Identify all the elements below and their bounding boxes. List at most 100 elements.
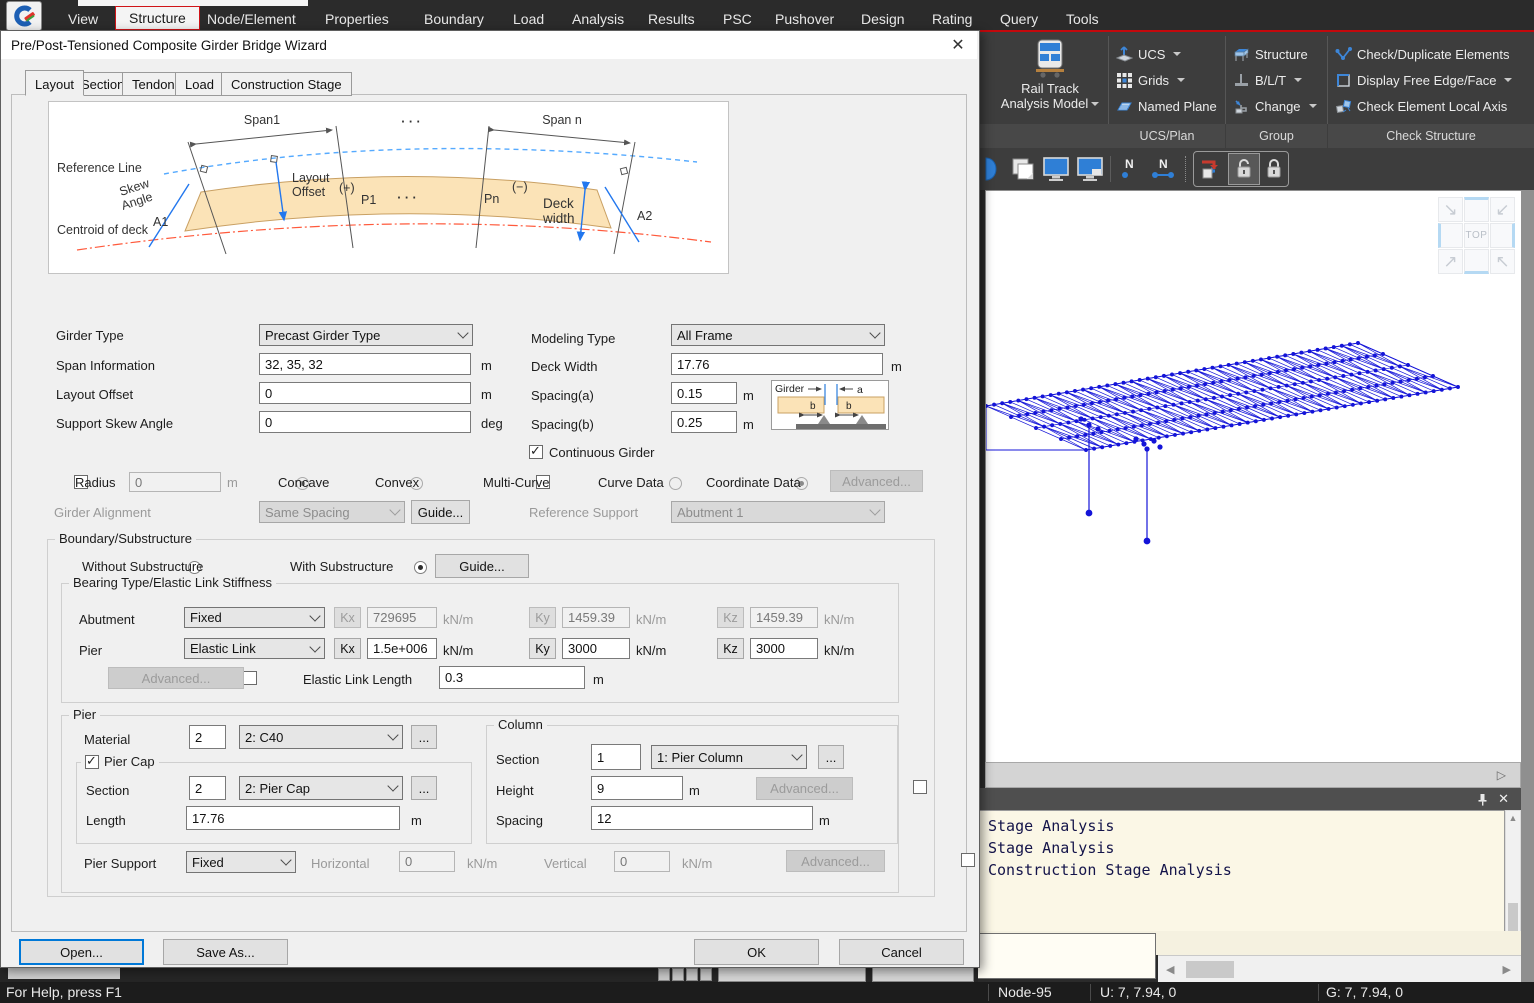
pier-cap-section-number-input[interactable] — [189, 776, 226, 800]
close-panel-icon[interactable]: ✕ — [1498, 789, 1509, 809]
with-substructure-radio[interactable] — [414, 561, 427, 574]
pier-cap-length-input[interactable] — [186, 806, 400, 830]
app-logo-icon[interactable] — [6, 1, 42, 31]
column-spacing-input[interactable] — [591, 806, 813, 830]
support-skew-angle-input[interactable] — [259, 411, 471, 433]
mini-button[interactable] — [686, 968, 698, 981]
save-as-button[interactable]: Save As... — [163, 939, 288, 965]
collapsed-panel[interactable] — [8, 968, 120, 979]
radius-input[interactable] — [129, 472, 221, 492]
cancel-button[interactable]: Cancel — [839, 939, 964, 965]
copy-layers-icon[interactable] — [1010, 156, 1036, 182]
render-view-icon[interactable] — [982, 156, 1004, 182]
dialog-title-bar[interactable]: Pre/Post-Tensioned Composite Girder Brid… — [1, 31, 977, 59]
scroll-up-icon[interactable]: ▲ — [1506, 811, 1520, 823]
pier-kz-chip[interactable]: Kz — [717, 638, 744, 659]
view-cube-corner-icon[interactable]: ↗ — [1438, 249, 1463, 274]
menu-boundary[interactable]: Boundary — [424, 8, 484, 30]
pier-support-advanced-button[interactable]: Advanced... — [786, 850, 885, 872]
pier-support-select[interactable]: Fixed — [186, 851, 296, 873]
tab-load[interactable]: Load — [175, 72, 224, 96]
message-window-header[interactable]: ✕ — [978, 788, 1521, 810]
abutment-type-select[interactable]: Fixed — [184, 607, 325, 628]
column-section-select[interactable]: 1: Pier Column — [651, 745, 807, 769]
modeling-type-select[interactable]: All Frame — [671, 324, 885, 346]
lock-icon[interactable] — [1264, 158, 1284, 180]
view-cube-corner-icon[interactable]: ↘ — [1438, 197, 1463, 222]
model-viewport[interactable]: ↘ ↙ TOP ↗ ↖ — [985, 190, 1522, 763]
menu-rating[interactable]: Rating — [932, 8, 972, 30]
command-input[interactable] — [976, 933, 1156, 979]
node-element-number-icon[interactable]: N — [1149, 156, 1179, 182]
girder-type-select[interactable]: Precast Girder Type — [259, 324, 473, 346]
display-settings-monitor-icon[interactable] — [1076, 156, 1104, 182]
abutment-kx-input[interactable] — [367, 607, 437, 628]
curve-advanced-button[interactable]: Advanced... — [830, 470, 923, 492]
unlock-button[interactable] — [1228, 153, 1260, 185]
expand-right-icon[interactable]: ▷ — [1497, 768, 1506, 782]
menu-tools[interactable]: Tools — [1066, 8, 1099, 30]
named-plane-button[interactable]: Named Plane — [1116, 96, 1217, 116]
menu-structure[interactable]: Structure — [115, 6, 200, 30]
menu-pushover[interactable]: Pushover — [775, 8, 834, 30]
scroll-right-icon[interactable]: ▶ — [1503, 963, 1511, 976]
ok-button[interactable]: OK — [694, 939, 819, 965]
pier-material-select[interactable]: 2: C40 — [239, 725, 403, 749]
view-cube-right-edge[interactable] — [1490, 223, 1515, 248]
tab-layout[interactable]: Layout — [25, 70, 84, 96]
column-height-advanced-checkbox[interactable] — [913, 780, 927, 794]
continuous-girder-checkbox[interactable] — [529, 445, 543, 459]
menu-design[interactable]: Design — [861, 8, 905, 30]
dialog-close-icon[interactable]: ✕ — [947, 36, 969, 56]
mini-dropdown[interactable] — [718, 967, 866, 982]
pier-type-select[interactable]: Elastic Link — [184, 638, 325, 659]
girder-alignment-select[interactable]: Same Spacing — [259, 501, 405, 523]
view-cube-left-edge[interactable] — [1438, 223, 1463, 248]
horizontal-scrollbar[interactable]: ◀ ▶ — [1158, 955, 1521, 983]
display-free-edge-button[interactable]: Display Free Edge/Face — [1335, 70, 1512, 90]
rail-track-analysis-model-button[interactable]: Rail Track Analysis Model — [996, 38, 1104, 110]
scroll-left-icon[interactable]: ◀ — [1166, 963, 1174, 976]
column-height-advanced-button[interactable]: Advanced... — [756, 777, 853, 800]
view-cube-bottom-edge[interactable] — [1464, 249, 1489, 274]
pier-ky-input[interactable] — [562, 638, 630, 659]
abutment-kz-input[interactable] — [750, 607, 818, 628]
pier-ky-chip[interactable]: Ky — [529, 638, 556, 659]
pier-cap-section-select[interactable]: 2: Pier Cap — [239, 776, 403, 800]
blt-button[interactable]: B/L/T — [1233, 70, 1302, 90]
view-cube-top-face[interactable]: TOP — [1464, 223, 1489, 248]
pier-kz-input[interactable] — [750, 638, 818, 659]
spacing-b-input[interactable] — [671, 411, 737, 433]
display-monitor-icon[interactable] — [1042, 156, 1070, 182]
mini-button[interactable] — [700, 968, 712, 981]
alignment-guide-button[interactable]: Guide... — [411, 500, 470, 524]
open-button[interactable]: Open... — [19, 939, 144, 965]
pin-icon[interactable] — [1477, 793, 1488, 806]
pier-cap-section-more-button[interactable]: ... — [411, 776, 437, 800]
grids-button[interactable]: Grids — [1116, 70, 1185, 90]
column-height-input[interactable] — [591, 776, 683, 800]
pier-kx-chip[interactable]: Kx — [334, 638, 361, 659]
pier-support-horizontal-input[interactable] — [399, 851, 455, 872]
node-number-icon[interactable]: N — [1117, 156, 1143, 182]
menu-view[interactable]: View — [68, 8, 98, 30]
view-cube-corner-icon[interactable]: ↙ — [1490, 197, 1515, 222]
change-button[interactable]: Change — [1233, 96, 1317, 116]
elastic-link-length-input[interactable] — [439, 666, 585, 689]
column-section-more-button[interactable]: ... — [818, 745, 844, 769]
substructure-guide-button[interactable]: Guide... — [435, 554, 529, 578]
menu-psc[interactable]: PSC — [723, 8, 752, 30]
abutment-ky-input[interactable] — [562, 607, 630, 628]
reference-support-select[interactable]: Abutment 1 — [671, 501, 885, 523]
menu-analysis[interactable]: Analysis — [572, 8, 624, 30]
check-element-local-axis-button[interactable]: Check Element Local Axis — [1335, 96, 1507, 116]
mini-button[interactable] — [658, 968, 670, 981]
span-information-input[interactable] — [259, 353, 471, 375]
view-cube-corner-icon[interactable]: ↖ — [1490, 249, 1515, 274]
scrollbar-thumb[interactable] — [1186, 961, 1234, 978]
deck-width-input[interactable] — [671, 353, 883, 375]
swap-redo-icon[interactable] — [1198, 156, 1224, 182]
menu-results[interactable]: Results — [648, 8, 695, 30]
pier-cap-checkbox[interactable] — [85, 755, 99, 769]
mini-dropdown[interactable] — [872, 967, 974, 982]
